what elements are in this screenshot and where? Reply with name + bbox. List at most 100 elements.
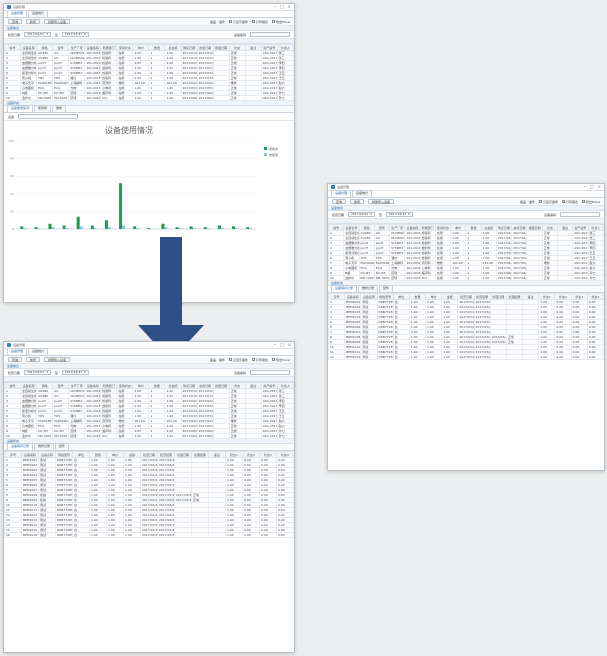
table-cell: FA2004N xyxy=(36,80,54,86)
spare-filter[interactable]: 备品／备件 xyxy=(210,20,225,24)
minimize-icon[interactable]: – xyxy=(274,343,276,347)
batch-import-button[interactable]: 批量导入设备 xyxy=(368,199,395,204)
table-cell: 2017/05/13 xyxy=(196,85,214,91)
tab-statistics[interactable]: 设备统计 xyxy=(352,190,373,197)
table-row[interactable]: 12BPM1012测试DKB7728TT台1.001.001.002017/03… xyxy=(328,354,604,360)
table-cell: 2017/03/02 xyxy=(180,70,198,76)
equipment-code-label: 设备编码 xyxy=(233,370,246,375)
table-cell: 全自动生化 xyxy=(343,235,360,241)
maximize-icon[interactable]: □ xyxy=(590,185,594,189)
chart-bar xyxy=(147,228,151,229)
export-button[interactable]: 导出Excel xyxy=(272,20,290,24)
table-cell: 2017/03/03 xyxy=(511,255,528,261)
end-date-input[interactable]: 2017/12/31 ▾ xyxy=(385,212,413,217)
table-row[interactable]: 10监护仪PM-7000PM-7000迈瑞101-2016-0010ICU在用1… xyxy=(328,275,604,281)
table-cell: 2017/04/10 xyxy=(180,418,198,424)
tab-parts[interactable]: 配件 xyxy=(55,443,70,450)
date-filter-label: 检查日期 xyxy=(332,212,345,217)
spare-only-checkbox[interactable]: 只显示备件 xyxy=(539,200,558,204)
query-button[interactable]: 查询 xyxy=(332,199,347,204)
table-cell xyxy=(522,354,540,360)
tab-equipment[interactable]: 设备管理 xyxy=(331,190,352,197)
start-date-input[interactable]: 2017/01/01 ▾ xyxy=(348,212,375,217)
date-to-label: 至 xyxy=(54,32,58,37)
equipment-code-input[interactable] xyxy=(250,32,290,37)
batch-import-button[interactable]: 批量导入设备 xyxy=(44,357,71,362)
table-cell: 2017/03/26 xyxy=(457,324,475,330)
spare-filter[interactable]: 备品／备件 xyxy=(210,358,225,362)
spare-only-checkbox[interactable]: 只显示备件 xyxy=(229,358,248,362)
table-cell: 2017/02/12 xyxy=(196,65,214,71)
close-icon[interactable]: × xyxy=(288,5,291,9)
close-icon[interactable]: × xyxy=(288,343,291,347)
close-icon[interactable]: × xyxy=(598,185,601,189)
table-cell: ASC-2017-001 xyxy=(572,230,589,236)
table-cell: BPM1013 xyxy=(21,517,39,523)
tab-statistics[interactable]: 设备统计 xyxy=(28,10,49,17)
table-cell: SYSMEX xyxy=(389,245,406,251)
calendar-icon: ▾ xyxy=(46,370,48,374)
export-button[interactable]: 导出Excel xyxy=(272,358,290,362)
table-cell: BPM1014 xyxy=(21,522,39,528)
print-button[interactable]: 打印报表 xyxy=(252,358,268,362)
table-cell: 测试 xyxy=(38,532,56,538)
print-button[interactable]: 打印报表 xyxy=(252,20,268,24)
table-cell: 1.00 xyxy=(441,354,459,360)
start-date-input[interactable]: 2017/01/01 ▾ xyxy=(24,32,51,37)
tab-repair[interactable]: 维修 xyxy=(52,105,67,112)
tab-maintenance[interactable]: 设备保养记录 xyxy=(7,443,34,450)
table-cell: 2017/03/24 xyxy=(473,309,491,315)
equipment-code-input[interactable] xyxy=(250,370,290,375)
add-button[interactable]: 新增 xyxy=(350,199,365,204)
maximize-icon[interactable]: □ xyxy=(280,5,284,9)
tab-equipment[interactable]: 设备管理 xyxy=(7,348,28,355)
tab-usage-rate[interactable]: 使用率 xyxy=(34,105,52,112)
table-cell: 2017/06/01 xyxy=(180,95,198,101)
spare-filter[interactable]: 备品／备件 xyxy=(520,200,535,204)
tab-usage-chart[interactable]: 设备使用情况 xyxy=(7,105,34,112)
table-cell: ASC-2017-008 xyxy=(572,265,589,271)
tab-repair-records[interactable]: 维修记录 xyxy=(34,443,55,450)
chart-bar xyxy=(235,228,238,229)
tab-equipment[interactable]: 设备管理 xyxy=(7,10,28,17)
end-date-input[interactable]: 2017/12/31 ▾ xyxy=(61,370,89,375)
chart-search-input[interactable] xyxy=(18,114,79,119)
table-cell: 1.00 xyxy=(538,354,556,360)
tab-parts[interactable]: 配件 xyxy=(379,285,394,292)
table-row[interactable]: 16BPM1016测试DKB7728TT台1.001.001.002017/03… xyxy=(4,532,294,538)
table-row[interactable]: 10监护仪PM-7000PM-7000迈瑞101-2016-0010ICU在用1… xyxy=(4,433,294,439)
table-cell: 2017/03/03 xyxy=(196,413,214,419)
query-button[interactable]: 查询 xyxy=(8,19,23,24)
table-cell: 101-2016-0010 xyxy=(84,433,102,439)
query-button[interactable]: 查询 xyxy=(8,357,23,362)
batch-import-button[interactable]: 批量导入设备 xyxy=(44,19,71,24)
table-row[interactable]: 10监护仪PM-7000PM-7000迈瑞101-2016-0010ICU在用1… xyxy=(4,95,294,101)
table-cell: 2017/04/10 xyxy=(495,260,513,266)
table-cell: 101-2016-0009 xyxy=(404,270,421,276)
start-date-input[interactable]: 2017/01/01 ▾ xyxy=(24,370,51,375)
table-cell: 2017/03/25 xyxy=(457,314,475,320)
start-date-value: 2017/01/01 xyxy=(27,32,45,36)
tab-statistics[interactable]: 设备统计 xyxy=(28,348,49,355)
equipment-code-input[interactable] xyxy=(560,212,600,217)
tab-maintenance[interactable]: 设备保养记录 xyxy=(331,285,358,292)
add-button[interactable]: 新增 xyxy=(26,19,41,24)
tab-repair-records[interactable]: 维修记录 xyxy=(358,285,379,292)
minimize-icon[interactable]: – xyxy=(274,5,276,9)
end-date-value: 2017/12/31 xyxy=(388,212,407,216)
table-cell: BPM1007 xyxy=(344,329,362,335)
table-cell: 2017/03/29 xyxy=(157,517,175,523)
end-date-input[interactable]: 2017/12/31 ▾ xyxy=(61,32,89,37)
table-cell: BPM1005 xyxy=(21,477,39,483)
table-cell: 101-2016-0005 xyxy=(404,250,421,256)
print-button[interactable]: 打印报表 xyxy=(562,200,578,204)
maximize-icon[interactable]: □ xyxy=(280,343,284,347)
table-cell: 2017/03/28 xyxy=(174,497,192,503)
table-cell: SYSMEX xyxy=(68,398,86,404)
table-cell: 监护仪 xyxy=(20,95,38,101)
minimize-icon[interactable]: – xyxy=(584,185,586,189)
spare-only-checkbox[interactable]: 只显示备件 xyxy=(229,20,248,24)
add-button[interactable]: 新增 xyxy=(26,357,41,362)
export-button[interactable]: 导出Excel xyxy=(582,200,600,204)
table-cell: 正常 xyxy=(541,275,558,281)
